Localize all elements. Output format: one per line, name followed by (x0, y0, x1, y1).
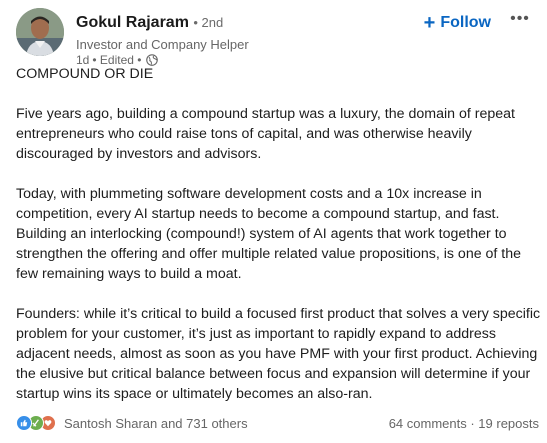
counts-separator: · (466, 415, 479, 431)
social-counts: Santosh Sharan and 731 others 64 comment… (16, 412, 539, 434)
author-name[interactable]: Gokul Rajaram (76, 14, 189, 31)
follow-label: Follow (440, 14, 491, 31)
avatar-image (16, 8, 64, 56)
author-headline: Investor and Company Helper (76, 37, 249, 52)
post-header: Gokul Rajaram • 2nd Investor and Company… (16, 8, 537, 67)
comments-link[interactable]: 64 comments (389, 416, 467, 431)
connection-degree: • 2nd (193, 15, 224, 30)
more-options-icon[interactable]: ••• (507, 10, 533, 30)
post-paragraph: Five years ago, building a compound star… (16, 106, 515, 162)
follow-button[interactable]: + Follow (423, 12, 491, 34)
feed-post: Gokul Rajaram • 2nd Investor and Company… (0, 0, 547, 443)
post-text: COMPOUND OR DIE Five years ago, building… (16, 64, 544, 424)
engagement-counts: 64 comments · 19 reposts (389, 416, 539, 431)
reposts-link[interactable]: 19 reposts (478, 416, 539, 431)
reaction-icons[interactable] (16, 415, 56, 431)
post-paragraph: Founders: while it’s critical to build a… (16, 306, 541, 402)
author-name-line: Gokul Rajaram • 2nd (76, 14, 223, 32)
avatar[interactable] (16, 8, 64, 56)
plus-icon: + (423, 12, 436, 34)
reactors-link[interactable]: Santosh Sharan and 731 others (64, 416, 248, 431)
like-icon (16, 415, 32, 431)
post-paragraph: COMPOUND OR DIE (16, 66, 154, 82)
post-paragraph: Today, with plummeting software developm… (16, 186, 522, 282)
